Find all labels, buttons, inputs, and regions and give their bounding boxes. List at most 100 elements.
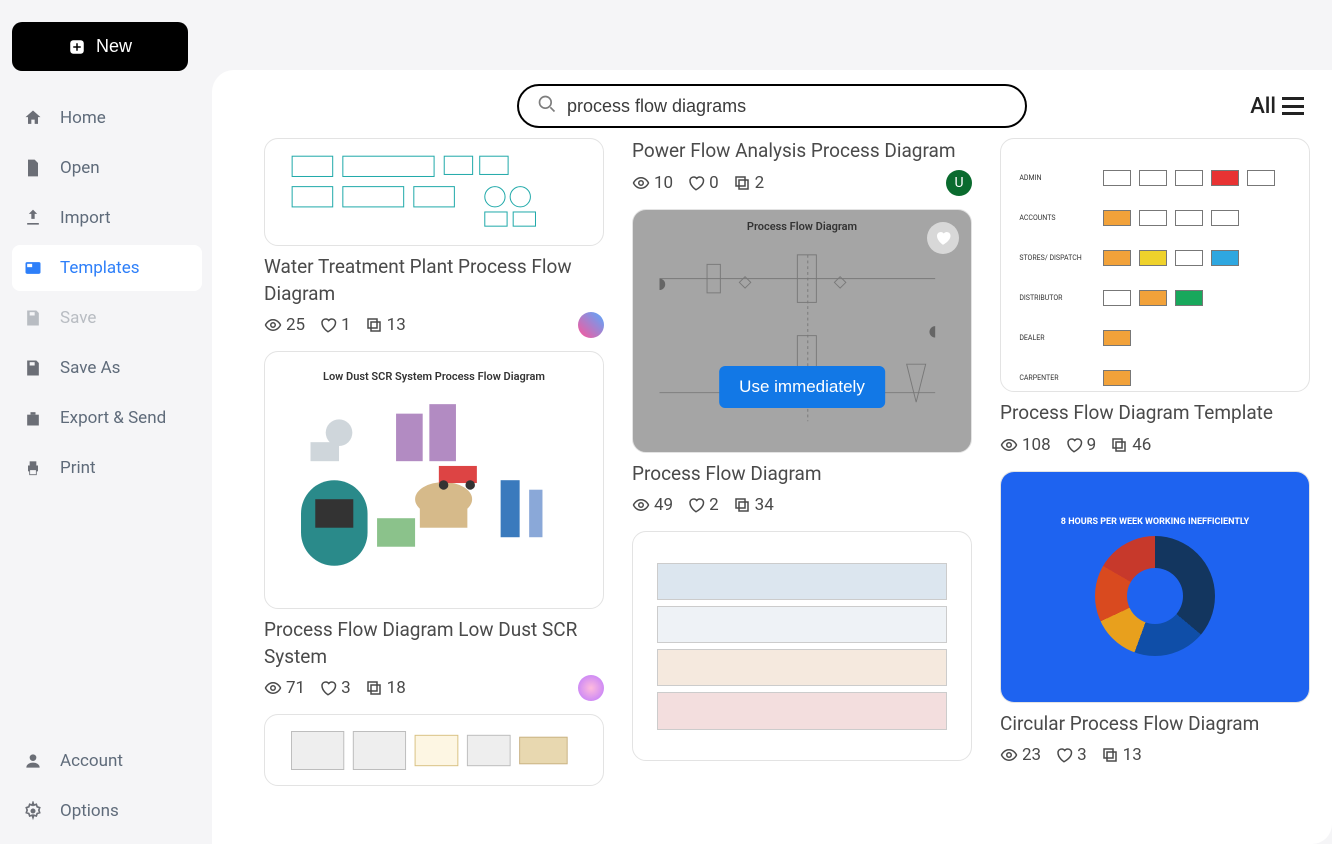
copy-icon (1110, 436, 1128, 454)
template-thumbnail[interactable]: Process Flow Diagram (632, 209, 972, 453)
sidebar-item-label: Templates (60, 258, 140, 278)
template-thumbnail[interactable] (264, 138, 604, 246)
copy-icon (365, 316, 383, 334)
sidebar-item-label: Options (60, 801, 119, 821)
search-box[interactable] (517, 84, 1027, 128)
copy-icon (1101, 746, 1119, 764)
sidebar-item-options[interactable]: Options (12, 788, 202, 834)
template-meta: 10 0 2 U (632, 173, 972, 193)
author-avatar[interactable] (578, 312, 604, 338)
sidebar-item-home[interactable]: Home (12, 95, 202, 141)
template-title: Circular Process Flow Diagram (1000, 711, 1310, 738)
heart-icon (319, 679, 337, 697)
sidebar-item-label: Save (60, 308, 96, 328)
template-title: Process Flow Diagram Low Dust SCR System (264, 617, 604, 670)
template-card: Low Dust SCR System Process Flow Diagram (264, 351, 604, 698)
template-card: Power Flow Analysis Process Diagram 10 0… (632, 138, 972, 193)
copy-icon (365, 679, 383, 697)
use-immediately-button[interactable]: Use immediately (719, 366, 885, 408)
save-as-icon (22, 357, 44, 379)
copy-icon (733, 174, 751, 192)
heart-icon (1065, 436, 1083, 454)
thumb-title: Low Dust SCR System Process Flow Diagram (323, 370, 545, 383)
sidebar-item-label: Open (60, 158, 100, 178)
eye-icon (264, 316, 282, 334)
template-title: Power Flow Analysis Process Diagram (632, 138, 972, 165)
template-card (264, 714, 604, 786)
template-meta: 49 2 34 (632, 495, 972, 515)
template-thumbnail[interactable]: ADMIN ACCOUNTS STORES/ DISPATCH DISTRIBU… (1000, 138, 1310, 392)
template-meta: 108 9 46 (1000, 435, 1310, 455)
template-thumbnail[interactable] (632, 531, 972, 761)
diagram-preview (282, 719, 586, 782)
copy-icon (733, 496, 751, 514)
template-meta: 23 3 13 (1000, 745, 1310, 765)
template-card: 8 HOURS PER WEEK WORKING INEFFICIENTLY C… (1000, 471, 1310, 766)
template-thumbnail[interactable]: 8 HOURS PER WEEK WORKING INEFFICIENTLY (1000, 471, 1310, 703)
template-meta: 71 3 18 (264, 678, 604, 698)
new-button-label: New (96, 36, 132, 57)
template-title: Process Flow Diagram Template (1000, 400, 1310, 427)
heart-icon (1055, 746, 1073, 764)
template-title: Process Flow Diagram (632, 461, 972, 488)
template-meta: 25 1 13 (264, 315, 604, 335)
sidebar-item-print[interactable]: Print (12, 445, 202, 491)
search-row: All (212, 70, 1332, 138)
diagram-preview (282, 365, 586, 595)
search-input[interactable] (567, 96, 1007, 117)
diagram-preview (282, 144, 586, 239)
template-thumbnail[interactable] (264, 714, 604, 786)
sidebar-item-label: Print (60, 458, 96, 478)
app-root: New Home Open Import Templates Save (0, 0, 1332, 844)
heart-icon (687, 174, 705, 192)
secondary-nav: Account Options (12, 738, 202, 834)
sidebar-item-label: Import (60, 208, 111, 228)
template-title: Water Treatment Plant Process Flow Diagr… (264, 254, 604, 307)
import-icon (22, 207, 44, 229)
sidebar-item-templates[interactable]: Templates (12, 245, 202, 291)
sidebar-item-save: Save (12, 295, 202, 341)
sidebar-item-label: Export & Send (60, 408, 166, 428)
eye-icon (632, 174, 650, 192)
diagram-preview: 8 HOURS PER WEEK WORKING INEFFICIENTLY (1001, 472, 1309, 702)
print-icon (22, 457, 44, 479)
filter-all[interactable]: All (1250, 94, 1304, 119)
primary-nav: Home Open Import Templates Save Save As (12, 95, 202, 491)
template-card: Water Treatment Plant Process Flow Diagr… (264, 138, 604, 335)
author-avatar[interactable] (578, 675, 604, 701)
sidebar-item-save-as[interactable]: Save As (12, 345, 202, 391)
filter-label: All (1250, 94, 1276, 119)
heart-icon (687, 496, 705, 514)
gear-icon (22, 800, 44, 822)
main-content: All (212, 70, 1332, 844)
eye-icon (632, 496, 650, 514)
templates-icon (22, 257, 44, 279)
eye-icon (1000, 436, 1018, 454)
export-icon (22, 407, 44, 429)
author-avatar[interactable]: U (946, 170, 972, 196)
plus-square-icon (68, 38, 86, 56)
heart-icon (319, 316, 337, 334)
sidebar-item-label: Save As (60, 358, 120, 378)
template-card: Process Flow Diagram (632, 209, 972, 516)
sidebar-item-open[interactable]: Open (12, 145, 202, 191)
new-button[interactable]: New (12, 22, 188, 71)
template-card (632, 531, 972, 761)
template-thumbnail[interactable]: Low Dust SCR System Process Flow Diagram (264, 351, 604, 609)
eye-icon (1000, 746, 1018, 764)
sidebar-item-import[interactable]: Import (12, 195, 202, 241)
menu-icon (1282, 97, 1304, 115)
sidebar-item-account[interactable]: Account (12, 738, 202, 784)
file-icon (22, 157, 44, 179)
save-icon (22, 307, 44, 329)
home-icon (22, 107, 44, 129)
sidebar: New Home Open Import Templates Save (0, 0, 212, 844)
diagram-preview: ADMIN ACCOUNTS STORES/ DISPATCH DISTRIBU… (1013, 154, 1296, 376)
sidebar-item-export-send[interactable]: Export & Send (12, 395, 202, 441)
template-card: ADMIN ACCOUNTS STORES/ DISPATCH DISTRIBU… (1000, 138, 1310, 455)
sidebar-item-label: Home (60, 108, 106, 128)
diagram-preview (647, 553, 958, 740)
template-gallery: Water Treatment Plant Process Flow Diagr… (264, 138, 1326, 786)
sidebar-item-label: Account (60, 751, 123, 771)
eye-icon (264, 679, 282, 697)
